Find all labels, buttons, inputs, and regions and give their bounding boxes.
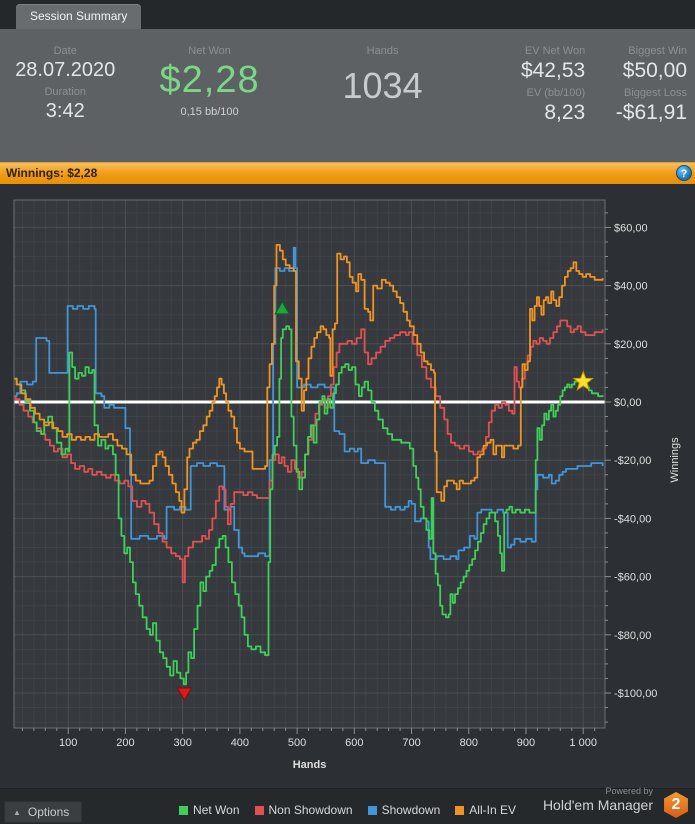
y-tick-label: -$60,00 [614,572,651,584]
winnings-chart: $60,00 $40,00 $20,00 $0,00 -$20,00 -$40,00 -$6… [0,184,695,788]
duration-label: Duration [44,86,87,98]
legend-label: Showdown [381,803,441,817]
winnings-chart-svg: $60,00 $40,00 $20,00 $0,00 -$20,00 -$40,00 -$6… [13,199,681,771]
options-button[interactable]: ▲ Options [4,801,83,823]
legend-item-net-won: Net Won [179,803,240,817]
y-tick-label: $40,00 [614,281,648,293]
net-won-value: $2,28 [159,59,260,101]
x-tick-label: 300 [173,737,191,749]
x-tick-label: 400 [231,737,249,749]
y-tick-label: -$40,00 [614,513,651,525]
y-tick-label: -$20,00 [614,455,651,467]
ev-net-won-value: $42,53 [520,59,586,82]
hands-column: Hands 1034 [289,29,477,162]
duration-value: 3:42 [45,100,85,122]
x-tick-label: 800 [460,737,478,749]
date-label: Date [53,45,77,57]
ev-bb100-value: 8,23 [544,101,586,124]
x-tick-label: 600 [345,737,363,749]
biggest-win-label: Biggest Win [628,45,687,57]
legend-label: Non Showdown [268,803,353,817]
x-tick-label: 200 [116,737,134,749]
net-won-label: Net Won [188,45,231,57]
legend-label: Net Won [193,803,240,817]
x-tick-label: 700 [402,737,420,749]
footer-bar: ▲ Options Net Won Non Showdown Showdown All-… [0,786,695,824]
brand-block: Powered by Hold'em Manager 2 [542,786,689,818]
window-tab-bar: Session Summary [0,0,695,29]
biggest-loss-label: Biggest Loss [624,87,687,99]
biggest-loss-value: -$61,91 [615,101,687,124]
date-value: 28.07.2020 [15,59,116,81]
session-summary-header: Date 28.07.2020 Duration 3:42 Net Won $2… [0,29,695,162]
y-tick-label: $0,00 [614,397,642,409]
ev-net-won-label: EV Net Won [524,45,586,57]
y-tick-label: -$80,00 [614,630,651,642]
date-duration-column: Date 28.07.2020 Duration 3:42 [0,29,130,162]
chevron-up-icon: ▲ [13,808,21,817]
y-tick-label: -$100,00 [614,688,657,700]
x-tick-label: 100 [59,737,77,749]
tab-session-summary[interactable]: Session Summary [16,4,142,29]
winnings-title-bar: Winnings: $2,28 ? [0,162,695,184]
legend-swatch-icon [179,805,189,815]
hands-value: 1034 [342,65,423,106]
x-tick-label: 1 000 [569,737,597,749]
biggest-column: Biggest Win $50,00 Biggest Loss -$61,91 [585,29,695,162]
legend-item-showdown: Showdown [367,803,441,817]
options-button-label: Options [27,805,70,819]
hands-label: Hands [366,45,399,57]
x-tick-label: 900 [517,737,535,749]
y-axis-title: Winnings [669,437,681,483]
legend-swatch-icon [455,805,465,815]
help-icon[interactable]: ? [676,165,692,181]
ev-column: EV Net Won $42,53 EV (bb/100) 8,23 [476,29,585,162]
winnings-title: Winnings: $2,28 [6,166,98,180]
y-tick-label: $60,00 [614,222,648,234]
x-axis-title: Hands [293,759,327,771]
legend-item-all-in-ev: All-In EV [455,803,516,817]
biggest-win-value: $50,00 [622,59,687,82]
net-won-bb100: 0,15 bb/100 [180,106,239,118]
y-tick-label: $20,00 [614,339,648,351]
x-tick-label: 500 [288,737,306,749]
net-won-column: Net Won $2,28 0,15 bb/100 [130,29,288,162]
legend-label: All-In EV [469,803,516,817]
ev-bb100-label: EV (bb/100) [526,87,586,99]
legend-swatch-icon [367,805,377,815]
legend-item-non-showdown: Non Showdown [254,803,353,817]
brand-name: Hold'em Manager [542,797,653,813]
powered-by-text: Powered by [605,786,653,796]
legend-swatch-icon [254,805,264,815]
hm2-logo-icon: 2 [664,792,688,818]
